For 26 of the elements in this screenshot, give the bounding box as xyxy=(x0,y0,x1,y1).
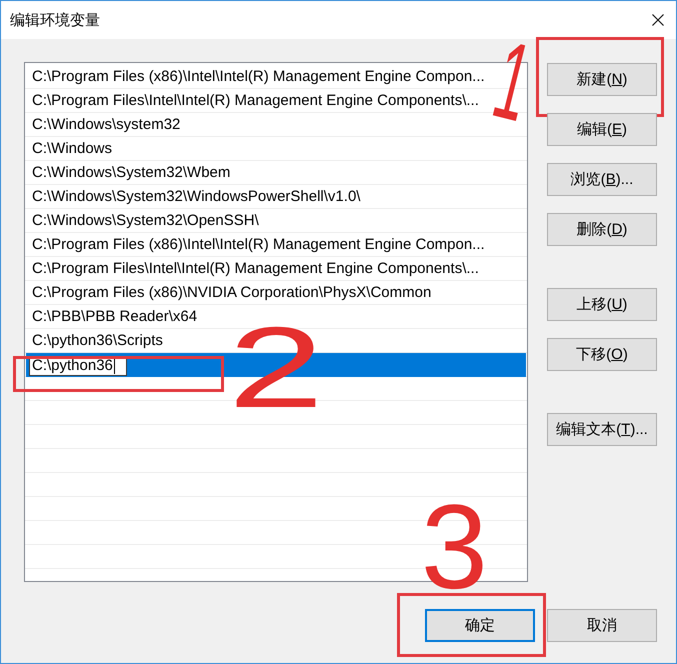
edit-button[interactable]: 编辑(E) xyxy=(547,113,657,146)
step-number: 1 xyxy=(488,38,538,125)
new-button[interactable]: 新建(N) xyxy=(547,63,657,96)
path-item[interactable]: C:\Windows\System32\OpenSSH\ xyxy=(26,209,261,233)
move-down-button[interactable]: 下移(O) xyxy=(547,338,657,371)
step-number: 3 xyxy=(421,503,488,592)
ok-button[interactable]: 确定 xyxy=(425,609,535,642)
delete-button[interactable]: 删除(D) xyxy=(547,213,657,246)
path-item[interactable]: C:\Program Files (x86)\Intel\Intel(R) Management Engine Compon... xyxy=(26,65,487,89)
move-up-button[interactable]: 上移(U) xyxy=(547,288,657,321)
window-title: 编辑环境变量 xyxy=(10,10,100,30)
edit-text-button[interactable]: 编辑文本(T)... xyxy=(547,413,657,446)
path-item[interactable]: C:\Program Files\Intel\Intel(R) Management Engine Components\... xyxy=(26,89,481,113)
close-icon[interactable] xyxy=(652,14,664,26)
path-item[interactable]: C:\Program Files (x86)\Intel\Intel(R) Management Engine Compon... xyxy=(26,233,487,257)
path-item[interactable]: C:\Windows\System32\Wbem xyxy=(26,161,232,185)
path-item[interactable]: C:\Windows\system32 xyxy=(26,113,182,137)
path-item[interactable]: C:\Program Files (x86)\NVIDIA Corporation\PhysX\Common xyxy=(26,281,434,305)
text-cursor-icon xyxy=(114,358,115,374)
path-item[interactable]: C:\PBB\PBB Reader\x64 xyxy=(26,305,200,329)
path-item[interactable]: C:\Program Files\Intel\Intel(R) Management Engine Components\... xyxy=(26,257,481,281)
browse-button[interactable]: 浏览(B)... xyxy=(547,163,657,196)
cancel-button[interactable]: 取消 xyxy=(547,609,657,642)
path-item[interactable]: C:\python36\Scripts xyxy=(26,329,165,353)
path-item[interactable]: C:\Windows\System32\WindowsPowerShell\v1.0\ xyxy=(26,185,362,209)
path-item[interactable]: C:\Windows xyxy=(26,137,114,161)
